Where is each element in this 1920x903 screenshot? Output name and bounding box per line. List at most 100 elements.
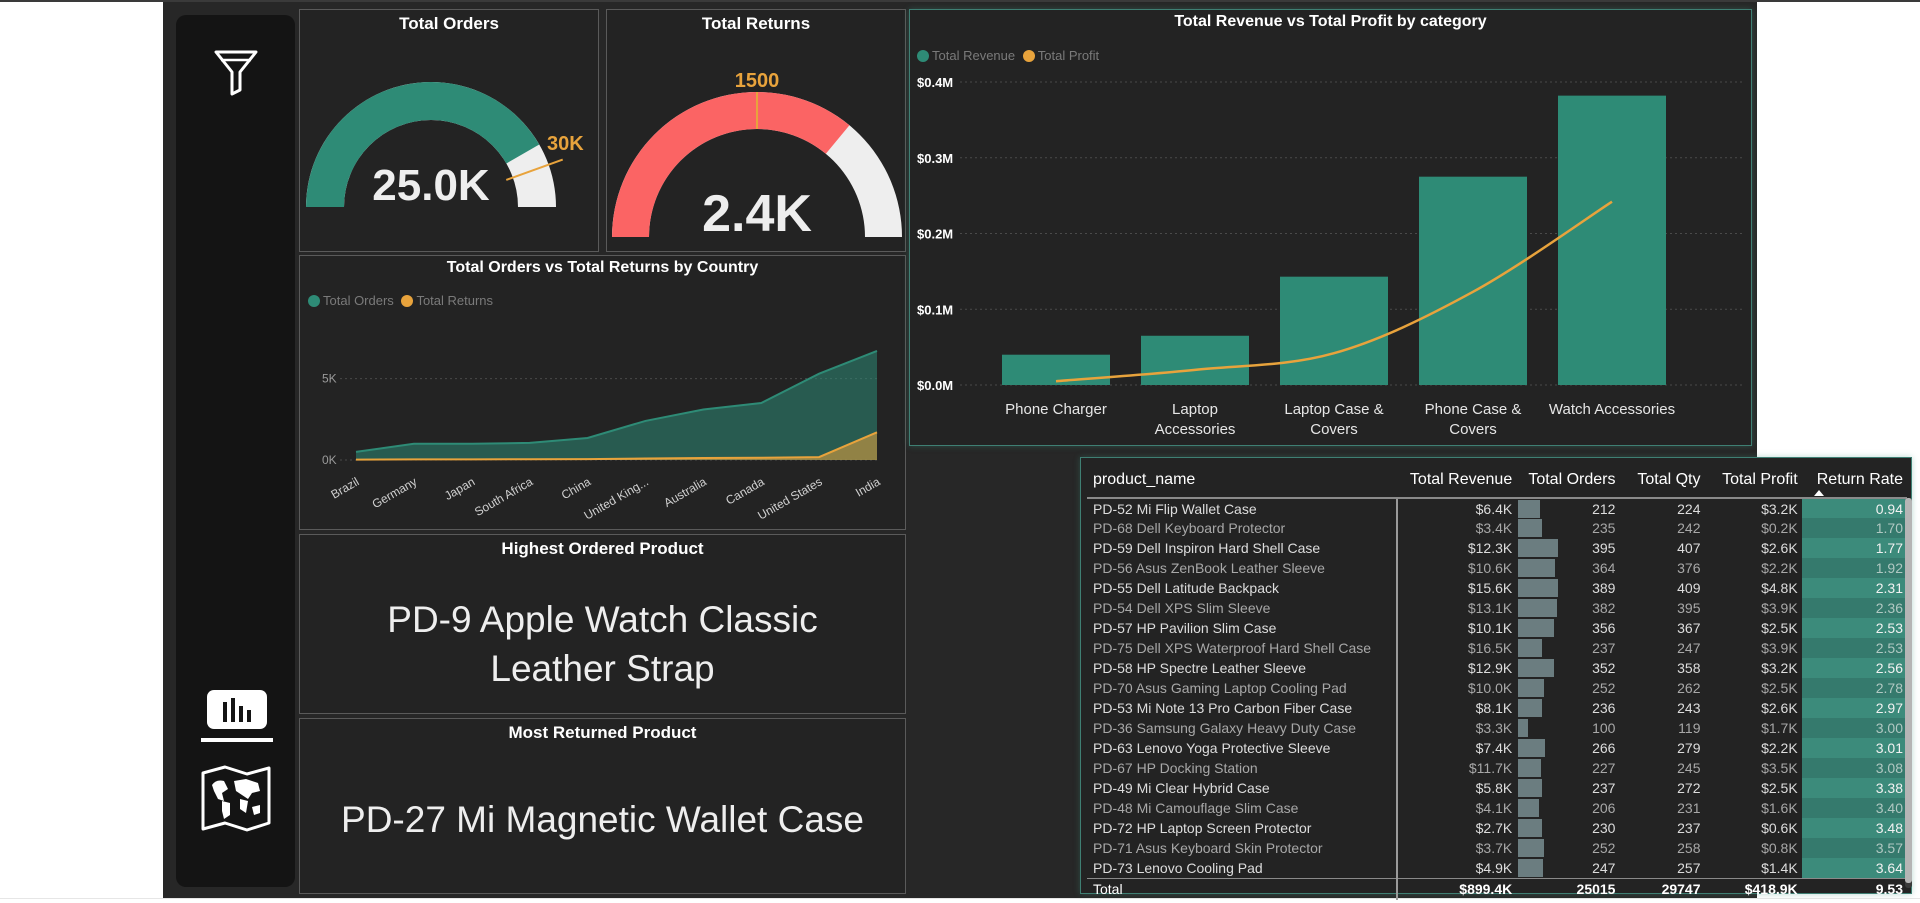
table-row[interactable]: PD-55 Dell Latitude Backpack $15.6K 389 409… [1087,578,1907,598]
cell-total-qty: 237 [1677,820,1701,836]
revenue-bar[interactable] [1141,335,1249,385]
orders-data-bar [1518,559,1556,577]
cell-total-revenue: $8.1K [1475,700,1513,716]
orders-value: 235 [1592,520,1616,536]
orders-value: 227 [1592,760,1616,776]
table-row[interactable]: PD-48 Mi Camouflage Slim Case $4.1K 206 231… [1087,798,1907,818]
total-cell: Total [1087,877,1398,900]
cell-total-profit: $0.6K [1761,820,1798,836]
country-chart-card[interactable]: Total Orders vs Total Returns by Country… [299,255,906,530]
cell-total-qty: 395 [1677,600,1701,616]
cell-total-qty: 376 [1677,560,1701,576]
highest-ordered-card[interactable]: Highest Ordered Product PD-9 Apple Watch… [299,534,906,714]
total-orders-card[interactable]: Total Orders 30K 25.0K [299,9,599,252]
table-row[interactable]: PD-56 Asus ZenBook Leather Sleeve $10.6K 3… [1087,558,1907,578]
table-row[interactable]: PD-70 Asus Gaming Laptop Cooling Pad $10.… [1087,678,1907,698]
col-header-return-rate[interactable]: Return Rate [1801,462,1907,499]
table-header-row: product_name Total Revenue Total Orders … [1087,462,1907,499]
cell-total-qty: 243 [1677,700,1701,716]
table-row[interactable]: PD-68 Dell Keyboard Protector $3.4K 235 242… [1087,518,1907,538]
filter-icon[interactable] [213,48,259,96]
cell-total-revenue: $6.4K [1475,500,1513,517]
x-tick-label: China [559,474,593,502]
cell-total-orders: 247 [1516,858,1619,878]
col-header-product-name[interactable]: product_name [1087,462,1397,499]
table-row[interactable]: PD-67 HP Docking Station $11.7K 227 245 $3.5… [1087,758,1907,778]
total-returns-card[interactable]: Total Returns 1500 2.4K [606,9,906,252]
cell-product-name: PD-67 HP Docking Station [1087,758,1398,778]
cell-product-name: PD-57 HP Pavilion Slim Case [1087,618,1398,638]
cell-total-qty: 272 [1677,780,1701,796]
col-header-total-revenue[interactable]: Total Revenue [1396,462,1517,499]
cell-total-qty: 231 [1677,800,1701,816]
table-row[interactable]: PD-52 Mi Flip Wallet Case $6.4K 212 224 $3.2… [1087,498,1907,518]
cell-total-orders: 236 [1516,698,1619,718]
orders-value: 395 [1592,540,1616,556]
cell-product-name: PD-75 Dell XPS Waterproof Hard Shell Cas… [1087,638,1398,658]
col-header-label: Return Rate [1816,470,1903,488]
table-row[interactable]: PD-63 Lenovo Yoga Protective Sleeve $7.4K… [1087,738,1907,758]
bar-chart-icon [201,690,273,742]
cell-total-qty: 358 [1677,660,1701,676]
orders-value: 382 [1592,600,1616,616]
cell-return-rate: 2.36 [1801,598,1907,618]
cell-total-revenue: $4.9K [1475,859,1513,876]
table-row[interactable]: PD-57 HP Pavilion Slim Case $10.1K 356 367 $… [1087,618,1907,638]
table-row[interactable]: PD-75 Dell XPS Waterproof Hard Shell Cas… [1087,638,1907,658]
cell-total-qty: 119 [1678,720,1701,736]
cell-product-name: PD-48 Mi Camouflage Slim Case [1087,798,1398,818]
cell-total-revenue: $10.0K [1467,680,1513,696]
col-header-total-qty[interactable]: Total Qty [1619,462,1705,499]
cell-total-qty: 367 [1677,620,1701,636]
cell-total-revenue: $3.4K [1475,520,1513,536]
orders-data-bar [1518,500,1540,518]
most-returned-text: PD-27 Mi Magnetic Wallet Case [341,799,864,840]
y-tick-label: $0.2M [917,227,953,242]
sidebar [176,15,295,887]
cell-total-orders: 266 [1516,738,1619,758]
col-header-total-orders[interactable]: Total Orders [1516,462,1620,499]
cell-total-revenue: $16.5K [1467,640,1513,656]
scrollbar-thumb[interactable] [1905,498,1912,883]
table-row[interactable]: PD-59 Dell Inspiron Hard Shell Case $12.3… [1087,538,1907,558]
table-row[interactable]: PD-72 HP Laptop Screen Protector $2.7K 230… [1087,818,1907,838]
cell-total-profit: $3.9K [1761,600,1798,616]
table-row[interactable]: PD-73 Lenovo Cooling Pad $4.9K 247 257 $1.4K… [1087,858,1907,878]
x-tick-label: South Africa [472,474,535,519]
orders-value: 237 [1592,640,1616,656]
table-row[interactable]: PD-54 Dell XPS Slim Sleeve $13.1K 382 395 $3… [1087,598,1907,618]
revenue-bar[interactable] [1558,95,1666,385]
cell-product-name: PD-52 Mi Flip Wallet Case [1087,498,1398,518]
revenue-bar[interactable] [1280,276,1388,385]
cell-total-qty: 245 [1677,760,1701,776]
table-row[interactable]: PD-36 Samsung Galaxy Heavy Duty Case $3.3… [1087,718,1907,738]
report-page-button[interactable] [201,688,273,744]
category-chart-card[interactable]: Total Revenue vs Total Profit by categor… [909,9,1752,446]
highest-product-line2: Leather Strap [490,648,715,689]
table-row[interactable]: PD-49 Mi Clear Hybrid Case $5.8K 237 272 $2.… [1087,778,1907,798]
col-header-total-profit[interactable]: Total Profit [1704,462,1802,499]
cell-total-profit: $2.6K [1761,700,1798,716]
y-tick-label: $0.0M [917,378,953,393]
cell-total-profit: $3.2K [1761,500,1798,517]
x-tick-label: Germany [370,474,420,511]
cell-return-rate: 0.94 [1801,498,1907,518]
most-returned-card[interactable]: Most Returned Product PD-27 Mi Magnetic … [299,718,906,894]
cell-total-revenue: $10.1K [1467,620,1513,636]
cell-return-rate: 3.01 [1801,738,1907,758]
table-row[interactable]: PD-71 Asus Keyboard Skin Protector $3.7K 2… [1087,838,1907,858]
product-table[interactable]: product_name Total Revenue Total Orders … [1080,457,1912,900]
cell-total-qty: 242 [1677,520,1701,536]
total-orders-gauge: 30K 25.0K [306,81,584,210]
world-map-icon[interactable] [200,765,272,833]
orders-data-bar [1518,739,1546,757]
table-row[interactable]: PD-58 HP Spectre Leather Sleeve $12.9K 352… [1087,658,1907,678]
cell-total-orders: 389 [1516,578,1619,598]
revenue-bar[interactable] [1419,176,1527,385]
cell-total-revenue: $4.1K [1475,800,1513,816]
orders-value: 100 [1592,720,1616,736]
orders-value: 236 [1592,700,1616,716]
table-scrollbar[interactable] [1905,498,1912,888]
table-row[interactable]: PD-53 Mi Note 13 Pro Carbon Fiber Case $8… [1087,698,1907,718]
cell-total-revenue: $11.7K [1468,760,1513,776]
